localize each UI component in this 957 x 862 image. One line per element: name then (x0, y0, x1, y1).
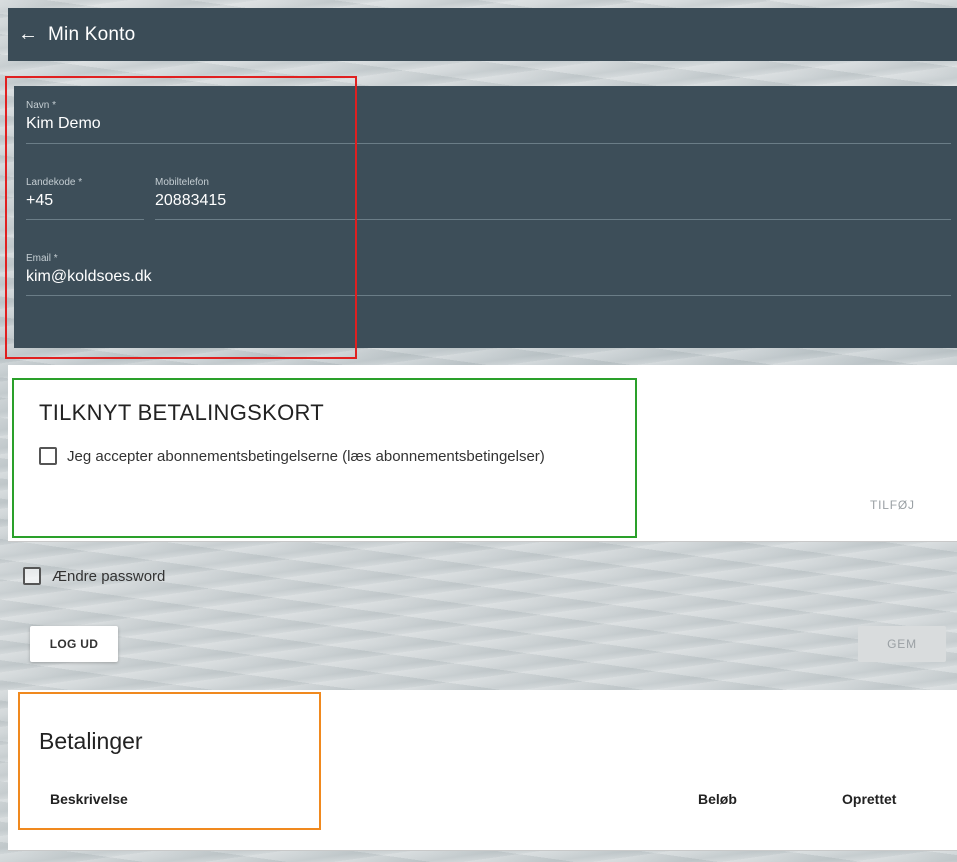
column-header-amount: Beløb (698, 791, 737, 807)
add-card-button[interactable]: TILFØJ (870, 498, 915, 512)
app-header: ← Min Konto (8, 8, 957, 61)
change-password-row[interactable]: Ændre password (23, 567, 165, 585)
arrow-left-icon[interactable]: ← (8, 8, 48, 61)
highlight-box-green (12, 378, 637, 538)
page-title: Min Konto (48, 23, 136, 45)
highlight-box-red (5, 76, 357, 359)
change-password-checkbox[interactable] (23, 567, 41, 585)
column-header-created: Oprettet (842, 791, 897, 807)
highlight-box-orange (18, 692, 321, 830)
change-password-label[interactable]: Ændre password (52, 568, 165, 585)
save-button[interactable]: GEM (858, 626, 946, 662)
logout-button[interactable]: LOG UD (30, 626, 118, 662)
